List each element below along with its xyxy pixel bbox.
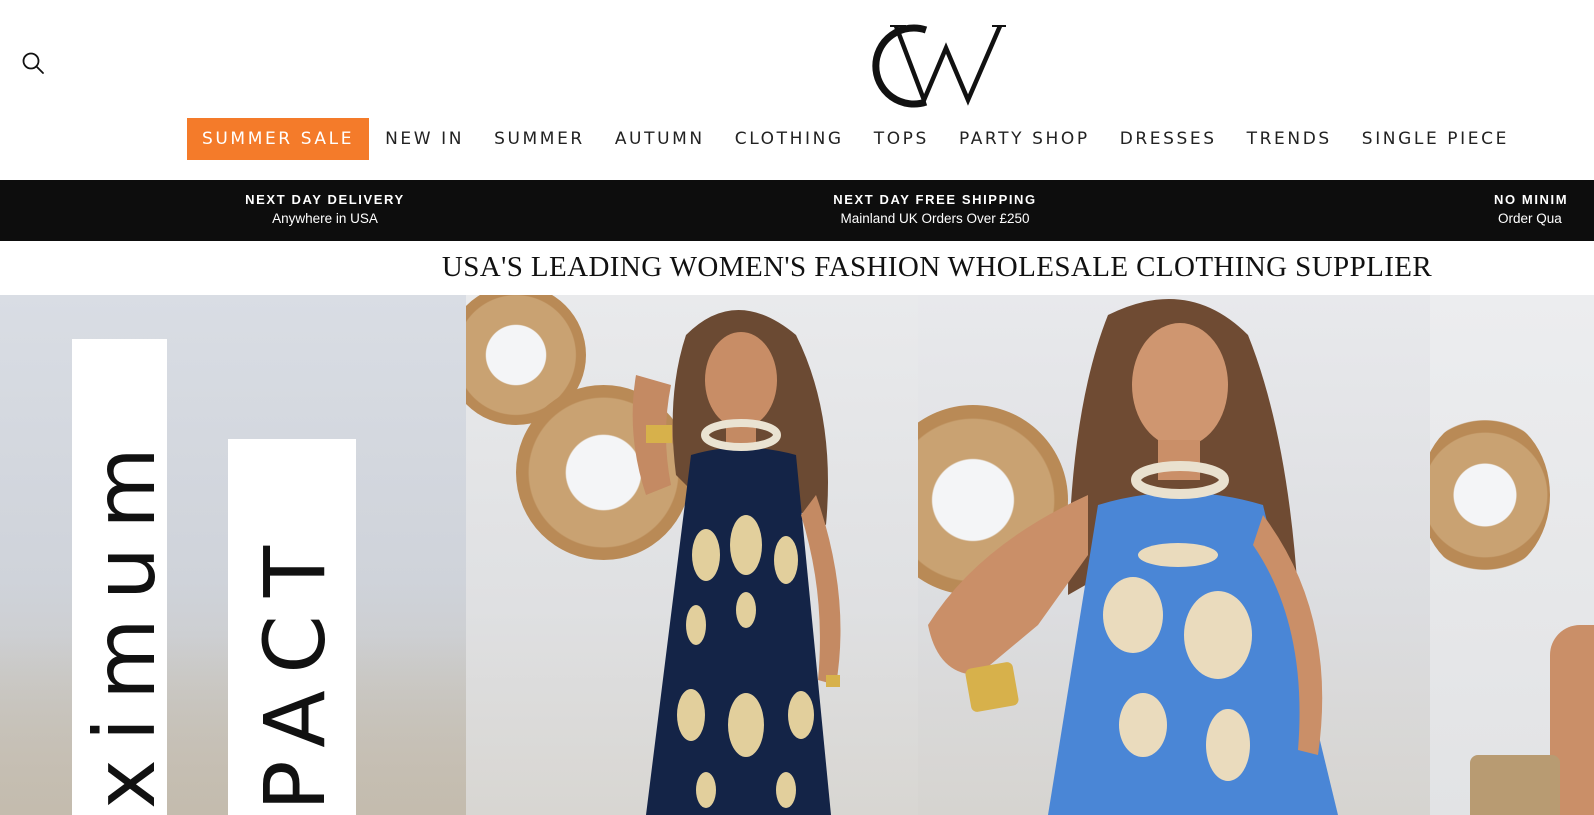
- usp-free-shipping: NEXT DAY FREE SHIPPING Mainland UK Order…: [825, 191, 1045, 229]
- tagline-text: USA'S LEADING WOMEN'S FASHION WHOLESALE …: [441, 251, 1433, 283]
- rattan-mirror-image: [1430, 415, 1550, 575]
- nav-new-in[interactable]: NEW IN: [385, 118, 464, 160]
- hero-word-impact: PACT: [246, 527, 344, 811]
- usp-no-minimum: NO MINIM Order Qua: [1494, 191, 1594, 229]
- nav-summer[interactable]: SUMMER: [494, 118, 585, 160]
- usp-title: NEXT DAY FREE SHIPPING: [833, 192, 1037, 207]
- model-navy-dress-image: [632, 310, 841, 815]
- usp-subtitle: Anywhere in USA: [272, 211, 378, 226]
- site-header: SUMMER SALE NEW IN SUMMER AUTUMN CLOTHIN…: [0, 0, 1594, 180]
- nav-trends[interactable]: TRENDS: [1247, 118, 1332, 160]
- hero-panel-blue-dress[interactable]: [918, 295, 1430, 815]
- search-icon: [22, 52, 44, 74]
- nav-single-piece[interactable]: SINGLE PIECE: [1362, 118, 1509, 160]
- usp-title: NEXT DAY DELIVERY: [245, 192, 405, 207]
- usp-subtitle: Order Qua: [1498, 211, 1562, 226]
- nav-summer-sale[interactable]: SUMMER SALE: [187, 118, 370, 160]
- hero-panel-text[interactable]: ximum PACT: [0, 295, 466, 815]
- usp-bar: NEXT DAY DELIVERY Anywhere in USA NEXT D…: [0, 180, 1594, 241]
- nav-dresses[interactable]: DRESSES: [1120, 118, 1217, 160]
- usp-next-day-delivery: NEXT DAY DELIVERY Anywhere in USA: [225, 191, 425, 229]
- usp-title: NO MINIM: [1494, 192, 1569, 207]
- tagline-banner: USA'S LEADING WOMEN'S FASHION WHOLESALE …: [0, 241, 1594, 294]
- nav-autumn[interactable]: AUTUMN: [615, 118, 705, 160]
- hero-word-maximum: ximum: [76, 429, 174, 809]
- model-blue-dress-image: [928, 299, 1338, 815]
- usp-subtitle: Mainland UK Orders Over £250: [840, 211, 1030, 226]
- nav-tops[interactable]: TOPS: [874, 118, 929, 160]
- main-nav: SUMMER SALE NEW IN SUMMER AUTUMN CLOTHIN…: [187, 118, 1539, 160]
- hero-panel-navy-dress[interactable]: [466, 295, 918, 815]
- nav-clothing[interactable]: CLOTHING: [735, 118, 844, 160]
- nav-party-shop[interactable]: PARTY SHOP: [959, 118, 1090, 160]
- search-button[interactable]: [20, 50, 46, 76]
- site-logo[interactable]: [866, 18, 1006, 108]
- hero-word-card: PACT: [228, 439, 356, 815]
- hero-panel-partial[interactable]: [1430, 295, 1594, 815]
- hero-word-card: ximum: [72, 339, 174, 815]
- hero-banner[interactable]: ximum PACT: [0, 295, 1594, 815]
